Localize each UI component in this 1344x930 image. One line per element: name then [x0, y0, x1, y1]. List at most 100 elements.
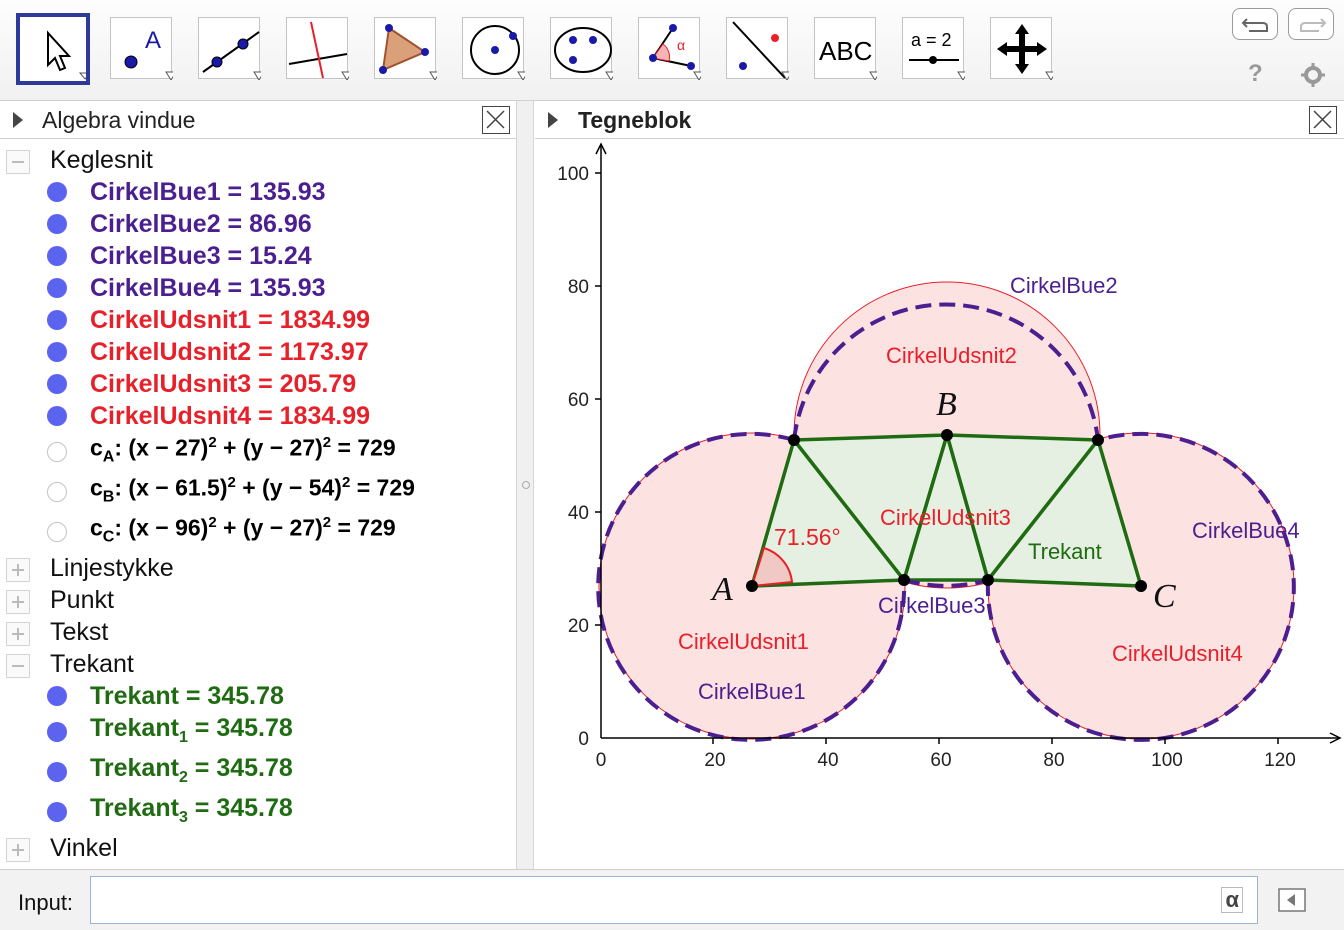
label-cirkeludsnit2: CirkelUdsnit2 — [886, 343, 1017, 368]
slider-tool-button[interactable]: a = 2 — [902, 17, 965, 80]
visibility-toggle[interactable] — [47, 802, 67, 822]
move-graphics-view-tool-button[interactable] — [990, 17, 1053, 80]
item-text: CirkelBue1 = 135.93 — [90, 178, 326, 206]
algebra-close-button[interactable] — [482, 106, 510, 134]
algebra-item[interactable]: CirkelUdsnit1 = 1834.99 — [0, 304, 516, 336]
y-tick: 100 — [557, 164, 589, 185]
visibility-toggle[interactable] — [47, 722, 67, 742]
algebra-item-trekant3[interactable]: Trekant3 = 345.78 — [0, 792, 516, 832]
circle-tool-button[interactable] — [462, 17, 525, 80]
graphics-canvas[interactable]: 0 20 40 60 80 100 120 0 20 40 60 80 100 … — [535, 140, 1344, 868]
split-pane-divider[interactable] — [516, 101, 534, 869]
label-cirkeludsnit1: CirkelUdsnit1 — [678, 629, 809, 654]
collapse-minus-icon[interactable] — [6, 654, 30, 678]
point-c[interactable] — [1135, 580, 1147, 592]
redo-icon — [1300, 18, 1327, 32]
algebra-item[interactable]: CirkelBue1 = 135.93 — [0, 176, 516, 208]
item-text: Trekant = 345.78 — [90, 682, 284, 710]
input-help-icon[interactable] — [1278, 888, 1306, 912]
item-text: Trekant2 = 345.78 — [90, 754, 293, 786]
label-cirkelbue4: CirkelBue4 — [1192, 518, 1300, 543]
graphics-close-button[interactable] — [1309, 106, 1337, 134]
svg-text:A: A — [145, 27, 161, 54]
item-text: CirkelUdsnit3 = 205.79 — [90, 370, 357, 398]
visibility-toggle[interactable] — [47, 374, 67, 394]
visibility-toggle[interactable] — [47, 482, 67, 502]
item-text: Trekant3 = 345.78 — [90, 794, 293, 826]
line-tool-button[interactable] — [198, 17, 261, 80]
category-label: Trekant — [50, 650, 134, 678]
settings-gear-icon[interactable] — [1300, 62, 1326, 88]
algebra-item-trekant[interactable]: Trekant = 345.78 — [0, 680, 516, 712]
point-b[interactable] — [941, 429, 953, 441]
input-field[interactable]: α — [90, 876, 1258, 924]
y-tick: 60 — [568, 390, 589, 411]
algebra-item-trekant2[interactable]: Trekant2 = 345.78 — [0, 752, 516, 792]
point[interactable] — [788, 434, 800, 446]
category-keglesnit[interactable]: Keglesnit — [0, 144, 516, 176]
item-text: cB: (x − 61.5)2 + (y − 54)2 = 729 — [90, 474, 415, 506]
x-tick: 80 — [1043, 750, 1064, 771]
visibility-toggle[interactable] — [47, 182, 67, 202]
move-tool-button[interactable] — [16, 13, 90, 85]
algebra-item[interactable]: CirkelBue2 = 86.96 — [0, 208, 516, 240]
category-label: Vinkel — [50, 834, 118, 862]
algebra-item[interactable]: CirkelUdsnit2 = 1173.97 — [0, 336, 516, 368]
collapse-triangle-icon[interactable] — [12, 111, 24, 129]
visibility-toggle[interactable] — [47, 342, 67, 362]
algebra-item-trekant1[interactable]: Trekant1 = 345.78 — [0, 712, 516, 752]
redo-button[interactable] — [1288, 8, 1334, 40]
visibility-toggle[interactable] — [47, 278, 67, 298]
point[interactable] — [898, 574, 910, 586]
perpendicular-line-tool-button[interactable] — [286, 17, 349, 80]
label-cirkelbue2: CirkelBue2 — [1010, 273, 1118, 298]
visibility-toggle[interactable] — [47, 442, 67, 462]
category-tekst[interactable]: Tekst — [0, 616, 516, 648]
text-tool-button[interactable]: ABC — [814, 17, 877, 80]
algebra-view: Keglesnit CirkelBue1 = 135.93 CirkelBue2… — [0, 140, 516, 868]
algebra-item-circle-a[interactable]: cA: (x − 27)2 + (y − 27)2 = 729 — [0, 432, 516, 472]
polygon-tool-button[interactable] — [374, 17, 437, 80]
expand-plus-icon[interactable] — [6, 558, 30, 582]
visibility-toggle[interactable] — [47, 522, 67, 542]
expand-plus-icon[interactable] — [6, 622, 30, 646]
algebra-item[interactable]: CirkelUdsnit3 = 205.79 — [0, 368, 516, 400]
point[interactable] — [982, 574, 994, 586]
point-tool-button[interactable]: A — [110, 17, 173, 80]
collapse-minus-icon[interactable] — [6, 150, 30, 174]
algebra-item[interactable]: CirkelBue4 = 135.93 — [0, 272, 516, 304]
algebra-item-circle-b[interactable]: cB: (x − 61.5)2 + (y − 54)2 = 729 — [0, 472, 516, 512]
visibility-toggle[interactable] — [47, 310, 67, 330]
algebra-item-circle-c[interactable]: cC: (x − 96)2 + (y − 27)2 = 729 — [0, 512, 516, 552]
x-tick: 60 — [930, 750, 951, 771]
x-tick: 20 — [704, 750, 725, 771]
visibility-toggle[interactable] — [47, 762, 67, 782]
category-vinkel[interactable]: Vinkel — [0, 832, 516, 864]
category-punkt[interactable]: Punkt — [0, 584, 516, 616]
visibility-toggle[interactable] — [47, 406, 67, 426]
algebra-item[interactable]: CirkelUdsnit4 = 1834.99 — [0, 400, 516, 432]
reflect-tool-button[interactable] — [726, 17, 789, 80]
help-button[interactable]: ? — [1248, 60, 1263, 88]
angle-tool-button[interactable]: α — [638, 17, 701, 80]
item-text: CirkelUdsnit1 = 1834.99 — [90, 306, 371, 334]
algebra-item[interactable]: CirkelBue3 = 15.24 — [0, 240, 516, 272]
undo-button[interactable] — [1232, 8, 1278, 40]
alpha-symbol-button[interactable]: α — [1221, 887, 1243, 913]
x-tick: 120 — [1264, 750, 1296, 771]
item-text: CirkelUdsnit2 = 1173.97 — [90, 338, 369, 366]
expand-plus-icon[interactable] — [6, 590, 30, 614]
collapse-triangle-icon[interactable] — [547, 111, 559, 129]
category-linjestykke[interactable]: Linjestykke — [0, 552, 516, 584]
conic-tool-button[interactable] — [550, 17, 613, 80]
visibility-toggle[interactable] — [47, 246, 67, 266]
visibility-toggle[interactable] — [47, 686, 67, 706]
visibility-toggle[interactable] — [47, 214, 67, 234]
category-trekant[interactable]: Trekant — [0, 648, 516, 680]
expand-plus-icon[interactable] — [6, 838, 30, 862]
item-text: Trekant1 = 345.78 — [90, 714, 293, 746]
undo-icon — [1241, 18, 1268, 32]
point[interactable] — [1092, 434, 1104, 446]
label-b: B — [936, 386, 957, 423]
point-a[interactable] — [746, 580, 758, 592]
